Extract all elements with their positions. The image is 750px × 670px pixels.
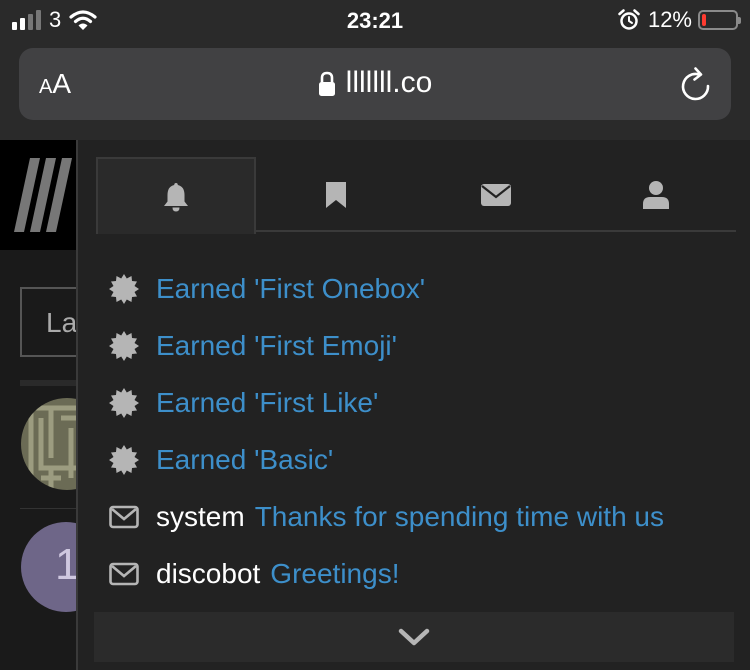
background-dropdown[interactable]: La <box>20 287 80 357</box>
divider <box>20 508 78 509</box>
address-bar[interactable]: AA lllllll.co <box>19 48 731 120</box>
reload-icon[interactable] <box>679 66 713 102</box>
notification-item[interactable]: Earned 'First Onebox' <box>108 260 728 317</box>
notification-text: Greetings! <box>270 557 400 589</box>
bookmark-icon <box>326 181 346 208</box>
badge-icon <box>108 330 140 362</box>
notification-list: Earned 'First Onebox' Earned 'First Emoj… <box>108 260 728 602</box>
status-right: 12% <box>618 7 741 32</box>
notification-item[interactable]: discobot Greetings! <box>108 545 728 602</box>
menu-tabs <box>96 157 736 234</box>
show-more-button[interactable] <box>94 612 734 662</box>
notification-text: Earned 'First Emoji' <box>156 329 397 361</box>
tab-notifications[interactable] <box>96 157 256 234</box>
notification-item[interactable]: system Thanks for spending time with us <box>108 488 728 545</box>
notification-item[interactable]: Earned 'First Like' <box>108 374 728 431</box>
battery-percent: 12% <box>647 7 692 32</box>
badge-icon <box>108 273 140 305</box>
badge-icon <box>108 387 140 419</box>
notification-username: discobot <box>156 557 261 589</box>
status-bar: 3 23:21 12% <box>0 0 750 40</box>
divider <box>20 380 78 386</box>
envelope-icon <box>481 183 511 206</box>
tab-messages[interactable] <box>416 157 576 232</box>
bell-icon <box>164 182 188 211</box>
site-logo[interactable] <box>0 140 78 250</box>
user-menu-panel: Earned 'First Onebox' Earned 'First Emoj… <box>76 140 750 670</box>
notification-text: Earned 'First Onebox' <box>156 272 426 304</box>
url-display[interactable]: lllllll.co <box>19 66 731 100</box>
user-icon <box>643 180 669 209</box>
tab-profile[interactable] <box>576 157 736 232</box>
notification-item[interactable]: Earned 'Basic' <box>108 431 728 488</box>
battery-icon <box>698 10 741 30</box>
url-text: lllllll.co <box>345 66 433 99</box>
notification-text: Earned 'Basic' <box>156 443 334 475</box>
alarm-icon <box>618 9 640 30</box>
screen: 3 23:21 12% AA lllllll.co La 1 Earned 'F… <box>0 0 750 670</box>
site-header <box>0 140 78 250</box>
lock-icon <box>318 71 335 97</box>
battery-level <box>702 14 706 26</box>
notification-username: system <box>156 500 245 532</box>
envelope-icon <box>108 558 140 590</box>
browser-chrome: 3 23:21 12% AA lllllll.co <box>0 0 750 140</box>
notification-item[interactable]: Earned 'First Emoji' <box>108 317 728 374</box>
chevron-down-icon <box>398 628 430 646</box>
tab-bookmarks[interactable] <box>256 157 416 232</box>
envelope-icon <box>108 501 140 533</box>
badge-icon <box>108 444 140 476</box>
notification-text: Earned 'First Like' <box>156 386 379 418</box>
notification-text: Thanks for spending time with us <box>254 500 664 532</box>
